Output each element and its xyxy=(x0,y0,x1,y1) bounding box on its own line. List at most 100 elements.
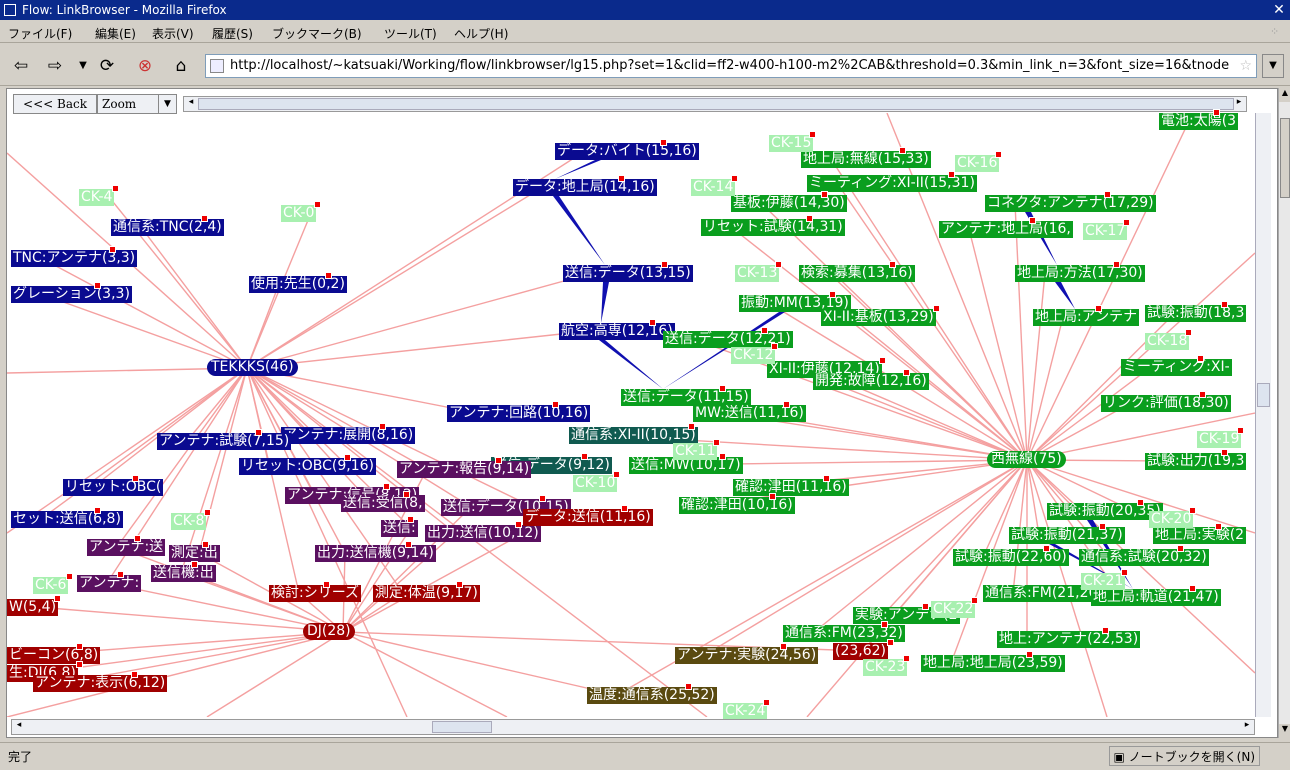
graph-node[interactable]: CK-21 xyxy=(1081,573,1126,590)
graph-node[interactable]: (23,62) xyxy=(833,643,889,660)
url-dropdown-icon[interactable]: ▼ xyxy=(1262,54,1284,78)
graph-node[interactable]: 試験:振動(20,35) xyxy=(1047,503,1163,520)
graph-node[interactable]: 地上:アンテナ(22,53) xyxy=(997,631,1141,648)
graph-node[interactable]: XI-II:基板(13,29) xyxy=(821,309,936,326)
graph-node[interactable]: CK-6 xyxy=(33,577,69,594)
graph-node[interactable]: 温度:通信系(25,52) xyxy=(587,687,717,704)
graph-node[interactable]: 通信系:XI-II(10,15) xyxy=(569,427,698,444)
chevron-down-icon[interactable]: ▼ xyxy=(158,95,176,113)
graph-node[interactable]: データ:地上局(14,16) xyxy=(513,179,657,196)
graph-node[interactable]: リセット:OBC(9,16) xyxy=(239,458,376,475)
graph-node[interactable]: 基板:伊藤(14,30) xyxy=(731,195,847,212)
url-bar[interactable]: http://localhost/~katsuaki/Working/flow/… xyxy=(205,54,1257,78)
graph-node[interactable]: ミーティング:XI- xyxy=(1121,359,1232,376)
graph-node[interactable]: 測定:出 xyxy=(169,545,220,562)
applet-hscroll-bottom[interactable]: ◂ ▸ xyxy=(11,719,1255,735)
graph-node[interactable]: CK-11 xyxy=(673,443,718,460)
graph-node[interactable]: リンク:評価(18,30) xyxy=(1101,395,1231,412)
graph-node[interactable]: アンテナ:送 xyxy=(87,539,166,556)
hub-node[interactable]: 西無線(75) xyxy=(987,451,1066,468)
menu-view[interactable]: 表示(V) xyxy=(152,25,194,42)
graph-node[interactable]: 出力:送信機(9,14) xyxy=(315,545,436,562)
graph-node[interactable]: ビーコン(6,8) xyxy=(7,647,101,664)
graph-node[interactable]: アンテナ:試験(7,15) xyxy=(157,433,292,450)
graph-node[interactable]: 通信系:試験(20,32) xyxy=(1079,549,1209,566)
graph-node[interactable]: 地上局:軌道(21,47) xyxy=(1091,589,1221,606)
graph-node[interactable]: CK-13 xyxy=(735,265,780,282)
back-button[interactable]: <<< Back xyxy=(13,94,97,114)
graph-node[interactable]: CK-15 xyxy=(769,135,814,152)
graph-node[interactable]: CK-8 xyxy=(171,513,207,530)
graph-node[interactable]: 地上局:地上局(23,59) xyxy=(921,655,1065,672)
scroll-left-icon[interactable]: ◂ xyxy=(184,97,198,111)
zoom-select[interactable]: Zoom ▼ xyxy=(97,94,177,114)
graph-node[interactable]: 出力:送信(10,12) xyxy=(425,525,541,542)
scroll-thumb[interactable] xyxy=(198,98,1234,110)
graph-node[interactable]: CK-19 xyxy=(1197,431,1242,448)
graph-node[interactable]: 試験:出力(19,3 xyxy=(1145,453,1247,470)
graph-node[interactable]: CK-18 xyxy=(1145,333,1190,350)
graph-node[interactable]: 検索:募集(13,16) xyxy=(799,265,915,282)
open-notebook-button[interactable]: ▣ ノートブックを開く(N) xyxy=(1108,746,1260,766)
graph-node[interactable]: セット:送信(6,8) xyxy=(11,511,123,528)
graph-node[interactable]: CK-22 xyxy=(931,601,976,618)
close-icon[interactable]: ✕ xyxy=(1270,1,1288,19)
scroll-down-icon[interactable]: ▼ xyxy=(1279,724,1290,738)
graph-node[interactable]: グレーション(3,3) xyxy=(11,286,132,303)
menu-tools[interactable]: ツール(T) xyxy=(384,25,437,42)
history-dropdown-icon[interactable]: ▼ xyxy=(72,55,94,77)
scroll-left-icon[interactable]: ◂ xyxy=(12,720,26,734)
graph-node[interactable]: アンテナ:地上局(16, xyxy=(939,221,1073,238)
scroll-thumb[interactable] xyxy=(1280,118,1290,198)
graph-node[interactable]: W(5,4) xyxy=(7,599,59,616)
graph-node[interactable]: 確認:津田(11,16) xyxy=(733,479,849,496)
graph-node[interactable]: CK-10 xyxy=(573,475,618,492)
graph-node[interactable]: CK-0 xyxy=(281,205,317,222)
scroll-right-icon[interactable]: ▸ xyxy=(1232,97,1246,111)
scroll-up-icon[interactable]: ▲ xyxy=(1279,88,1290,102)
graph-node[interactable]: 試験:振動(18,3 xyxy=(1145,305,1247,322)
graph-node[interactable]: 送信:受信(8, xyxy=(341,495,425,512)
menu-bookmarks[interactable]: ブックマーク(B) xyxy=(272,25,362,42)
graph-node[interactable]: 使用:先生(0,2) xyxy=(249,276,347,293)
graph-node[interactable]: 試験:振動(22,60) xyxy=(953,549,1069,566)
applet-hscroll-top[interactable]: ◂ ▸ xyxy=(183,96,1247,112)
graph-node[interactable]: コネクタ:アンテナ(17,29) xyxy=(985,195,1156,212)
applet-vscroll[interactable] xyxy=(1255,113,1271,717)
graph-node[interactable]: CK-16 xyxy=(955,155,1000,172)
graph-node[interactable]: CK-24 xyxy=(723,703,768,720)
graph-node[interactable]: アンテナ:報告(9,14) xyxy=(397,461,532,478)
graph-node[interactable]: リセット:試験(14,31) xyxy=(701,219,845,236)
graph-node[interactable]: 航空:高専(12,16) xyxy=(559,323,675,340)
graph-node[interactable]: アンテナ:回路(10,16) xyxy=(447,405,591,422)
graph-node[interactable]: 送信:データ(11,15) xyxy=(621,389,751,406)
graph-node[interactable]: データ:バイト(15,16) xyxy=(555,143,699,160)
graph-node[interactable]: アンテナ:表示(6,12) xyxy=(33,675,168,692)
menu-help[interactable]: ヘルプ(H) xyxy=(454,25,508,42)
graph-node[interactable]: 試験:振動(21,37) xyxy=(1009,527,1125,544)
hub-node[interactable]: DJ(28) xyxy=(303,623,355,640)
window-menu-icon[interactable] xyxy=(4,4,16,16)
graph-node[interactable]: アンテナ:展開(8,16) xyxy=(281,427,416,444)
graph-node[interactable]: 確認:津田(10,16) xyxy=(679,497,795,514)
graph-node[interactable]: TNC:アンテナ(3,3) xyxy=(11,250,138,267)
graph-node[interactable]: 送信:データ(13,15) xyxy=(563,265,693,282)
graph-node[interactable]: 開発:故障(12,16) xyxy=(813,373,929,390)
bookmark-star-icon[interactable]: ☆ xyxy=(1239,58,1252,74)
graph-node[interactable]: CK-4 xyxy=(79,189,115,206)
link-graph[interactable]: TEKKKS(46) 西無線(75) DJ(28) データ:バイト(15,16) データ… xyxy=(7,109,1271,720)
graph-node[interactable]: 地上局:無線(15,33) xyxy=(801,151,931,168)
graph-node[interactable]: 電池:太陽(3 xyxy=(1159,113,1239,130)
graph-node[interactable]: CK-17 xyxy=(1083,223,1128,240)
graph-node[interactable]: 地上局:アンテナ xyxy=(1033,309,1140,326)
forward-arrow-icon[interactable]: ⇨ xyxy=(44,55,66,77)
url-text[interactable]: http://localhost/~katsuaki/Working/flow/… xyxy=(230,58,1230,73)
scroll-thumb[interactable] xyxy=(432,721,492,733)
graph-node[interactable]: リセット:OBC( xyxy=(63,479,164,496)
menu-history[interactable]: 履歴(S) xyxy=(212,25,253,42)
graph-node[interactable]: データ:送信(11,16) xyxy=(523,509,653,526)
page-vscroll[interactable]: ▲ ▼ xyxy=(1278,88,1290,738)
graph-node[interactable]: CK-14 xyxy=(691,179,736,196)
hub-node[interactable]: TEKKKS(46) xyxy=(207,359,298,376)
graph-node[interactable]: 地上局:実験(2 xyxy=(1153,527,1247,544)
